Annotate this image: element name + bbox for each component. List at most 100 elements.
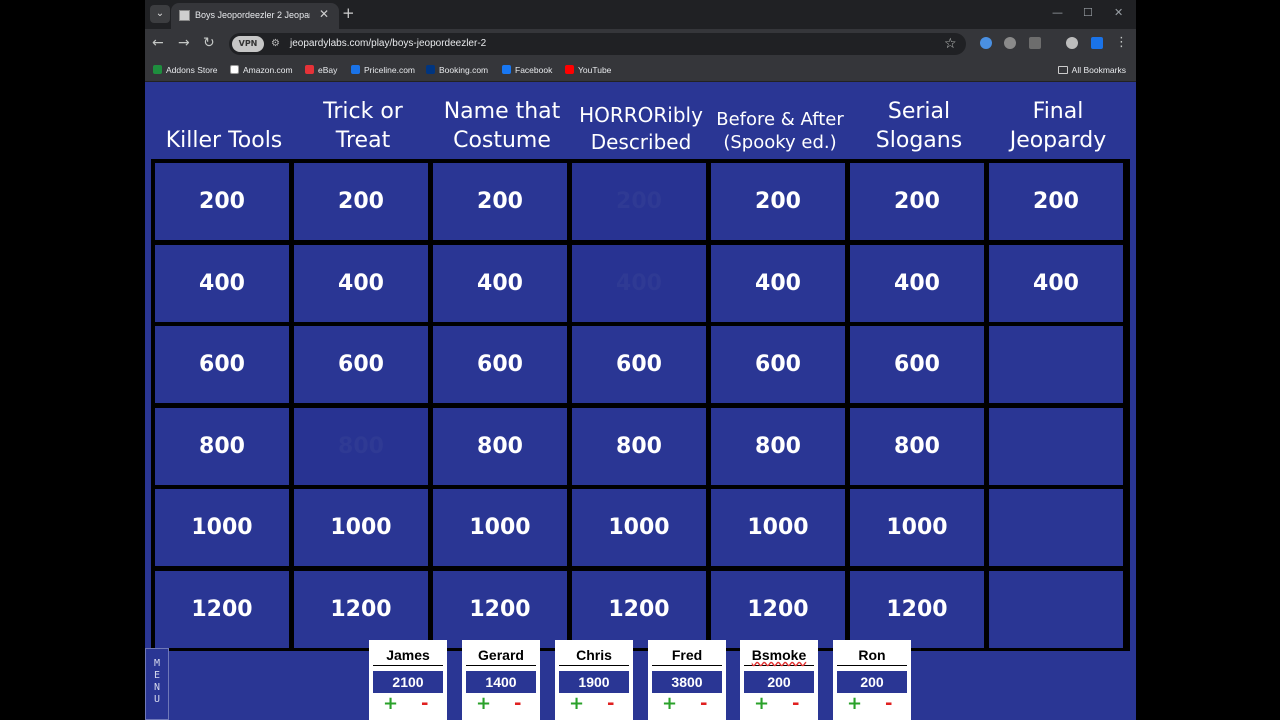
clue-cell[interactable]: 1200 xyxy=(850,571,984,648)
bookmark-star-icon[interactable]: ☆ xyxy=(944,35,957,53)
player-score[interactable]: 2100 xyxy=(373,671,443,693)
bookmark-booking-com[interactable]: Booking.com xyxy=(426,63,488,77)
bookmark-ebay[interactable]: eBay xyxy=(305,63,337,77)
add-points-button[interactable]: + xyxy=(383,695,398,713)
subtract-points-button[interactable]: - xyxy=(607,695,614,713)
subtract-points-button[interactable]: - xyxy=(700,695,707,713)
url-text[interactable]: jeopardylabs.com/play/boys-jeopordeezler… xyxy=(290,37,486,51)
clue-cell[interactable]: 800 xyxy=(850,408,984,485)
booking-icon xyxy=(426,65,435,74)
clue-cell[interactable]: 1200 xyxy=(711,571,845,648)
add-points-button[interactable]: + xyxy=(569,695,584,713)
clue-cell[interactable]: 200 xyxy=(155,163,289,240)
player-score[interactable]: 1400 xyxy=(466,671,536,693)
clue-cell[interactable]: 600 xyxy=(711,326,845,403)
clue-cell[interactable]: 200 xyxy=(989,163,1123,240)
extension-globe-icon[interactable] xyxy=(1004,37,1016,49)
browser-window: ⌄ Boys Jeopordeezler 2 Jeopardy ✕ + — ☐ … xyxy=(145,0,1136,720)
add-points-button[interactable]: + xyxy=(754,695,769,713)
clue-cell[interactable]: 200 xyxy=(850,163,984,240)
bookmark-facebook[interactable]: Facebook xyxy=(502,63,552,77)
clue-cell[interactable]: 600 xyxy=(294,326,428,403)
clue-cell[interactable]: 1000 xyxy=(433,489,567,566)
clue-cell[interactable]: 1000 xyxy=(850,489,984,566)
extension-check-icon[interactable] xyxy=(1091,37,1103,49)
all-bookmarks-label: All Bookmarks xyxy=(1071,65,1126,75)
subtract-points-button[interactable]: - xyxy=(792,695,799,713)
extensions-puzzle-icon[interactable] xyxy=(1029,37,1041,49)
forward-icon[interactable]: → xyxy=(178,35,190,51)
add-points-button[interactable]: + xyxy=(662,695,677,713)
clue-cell[interactable]: 1200 xyxy=(433,571,567,648)
clue-cell[interactable]: 1000 xyxy=(294,489,428,566)
clue-cell[interactable]: 600 xyxy=(850,326,984,403)
player-name[interactable]: Gerard xyxy=(466,646,536,666)
clue-cell[interactable]: 200 xyxy=(433,163,567,240)
minimize-icon[interactable]: — xyxy=(1052,5,1063,21)
clue-cell[interactable]: 400 xyxy=(989,245,1123,322)
extension-shield-icon[interactable] xyxy=(980,37,992,49)
profile-avatar-icon[interactable] xyxy=(1066,37,1078,49)
address-bar[interactable]: VPN ⚙ jeopardylabs.com/play/boys-jeopord… xyxy=(229,33,966,55)
reload-icon[interactable]: ↻ xyxy=(203,35,215,51)
vpn-badge[interactable]: VPN xyxy=(232,36,264,52)
player-score[interactable]: 3800 xyxy=(652,671,722,693)
subtract-points-button[interactable]: - xyxy=(421,695,428,713)
facebook-icon xyxy=(502,65,511,74)
maximize-icon[interactable]: ☐ xyxy=(1083,5,1093,21)
clue-cell xyxy=(989,489,1123,566)
clue-cell[interactable]: 1000 xyxy=(572,489,706,566)
subtract-points-button[interactable]: - xyxy=(885,695,892,713)
site-info-icon[interactable]: ⚙ xyxy=(271,37,280,51)
clue-cell[interactable]: 1200 xyxy=(572,571,706,648)
clue-cell[interactable]: 1200 xyxy=(155,571,289,648)
clue-cell[interactable]: 800 xyxy=(572,408,706,485)
menu-button[interactable]: MENU xyxy=(145,648,169,720)
clue-cell[interactable]: 600 xyxy=(433,326,567,403)
clue-cell[interactable]: 1200 xyxy=(294,571,428,648)
player-name[interactable]: Chris xyxy=(559,646,629,666)
menu-letter: E xyxy=(153,670,161,681)
clue-cell[interactable]: 400 xyxy=(433,245,567,322)
player-score[interactable]: 1900 xyxy=(559,671,629,693)
add-points-button[interactable]: + xyxy=(476,695,491,713)
player-card: Ron 200 + - xyxy=(833,640,911,720)
category-header: Serial Slogans xyxy=(849,83,989,159)
all-bookmarks-button[interactable]: All Bookmarks xyxy=(1057,63,1126,77)
player-name[interactable]: Ron xyxy=(837,646,907,666)
clue-cell[interactable]: 800 xyxy=(433,408,567,485)
clue-cell[interactable]: 800 xyxy=(155,408,289,485)
close-window-icon[interactable]: ✕ xyxy=(1114,5,1123,21)
tab-close-icon[interactable]: ✕ xyxy=(319,7,329,21)
back-icon[interactable]: ← xyxy=(152,35,164,51)
category-line: Slogans xyxy=(875,127,963,153)
clue-cell[interactable]: 200 xyxy=(294,163,428,240)
clue-cell[interactable]: 400 xyxy=(294,245,428,322)
bookmark-amazon-com[interactable]: Amazon.com xyxy=(230,63,293,77)
player-score[interactable]: 200 xyxy=(744,671,814,693)
clue-cell[interactable]: 200 xyxy=(711,163,845,240)
clue-cell[interactable]: 400 xyxy=(850,245,984,322)
bookmark-youtube[interactable]: YouTube xyxy=(565,63,611,77)
bookmark-priceline-com[interactable]: Priceline.com xyxy=(351,63,415,77)
add-points-button[interactable]: + xyxy=(847,695,862,713)
subtract-points-button[interactable]: - xyxy=(514,695,521,713)
clue-cell[interactable]: 600 xyxy=(155,326,289,403)
player-score[interactable]: 200 xyxy=(837,671,907,693)
player-name[interactable]: James xyxy=(373,646,443,666)
category-header: Name that Costume xyxy=(432,83,572,159)
clue-cell[interactable]: 1000 xyxy=(155,489,289,566)
tab-search-button[interactable]: ⌄ xyxy=(150,5,170,23)
player-name[interactable]: Bsmoke xyxy=(744,646,814,666)
bookmark-addons-store[interactable]: Addons Store xyxy=(153,63,218,77)
clue-cell[interactable]: 400 xyxy=(711,245,845,322)
browser-tab[interactable]: Boys Jeopordeezler 2 Jeopardy ✕ xyxy=(171,3,339,29)
new-tab-icon[interactable]: + xyxy=(342,4,355,22)
player-name[interactable]: Fred xyxy=(652,646,722,666)
clue-cell: 400 xyxy=(572,245,706,322)
clue-cell[interactable]: 600 xyxy=(572,326,706,403)
more-menu-icon[interactable]: ⋮ xyxy=(1115,35,1128,51)
clue-cell[interactable]: 800 xyxy=(711,408,845,485)
clue-cell[interactable]: 1000 xyxy=(711,489,845,566)
clue-cell[interactable]: 400 xyxy=(155,245,289,322)
